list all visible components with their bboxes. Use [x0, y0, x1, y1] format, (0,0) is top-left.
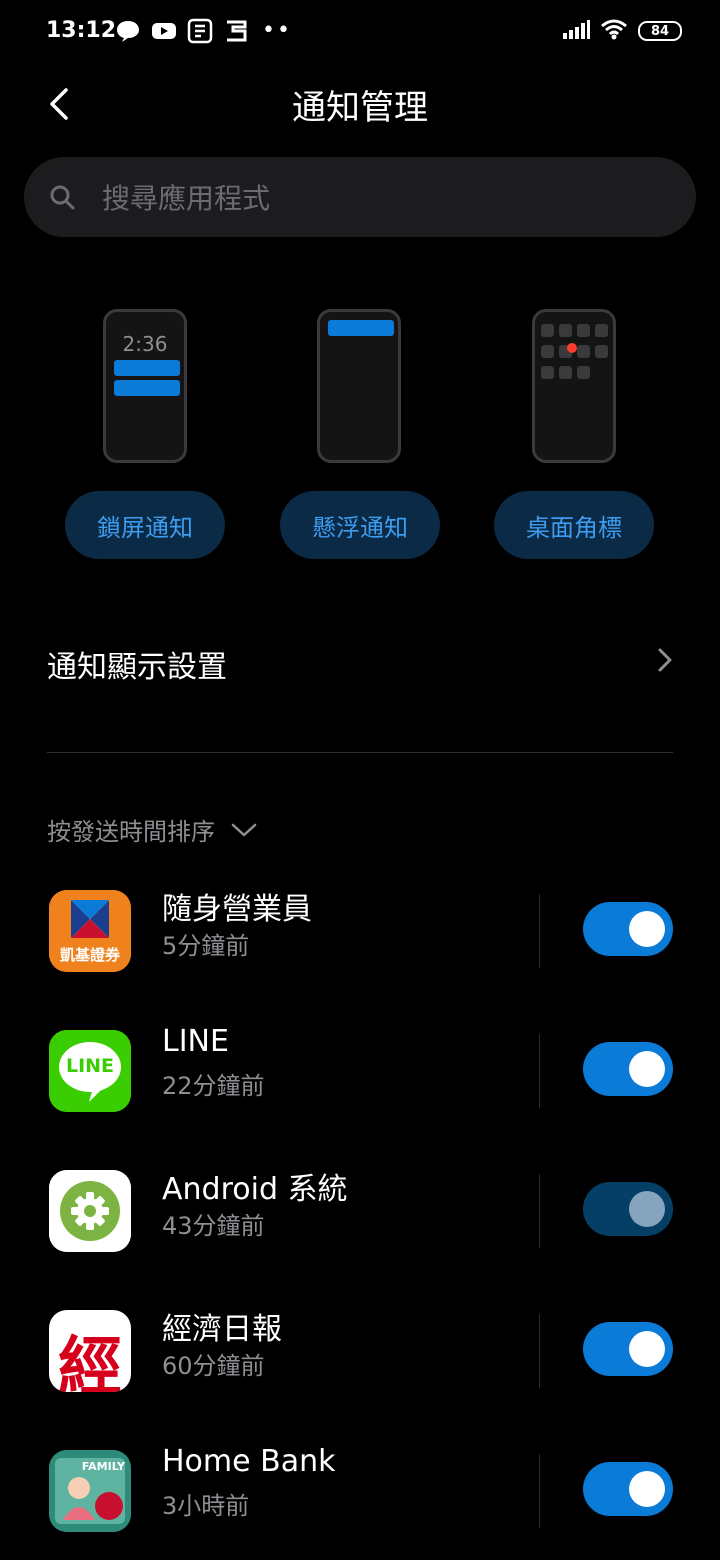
- notification-display-settings-label: 通知顯示設置: [47, 650, 227, 685]
- toggle-knob: [629, 1191, 665, 1227]
- kgi-icon-text: 凱基證券: [59, 946, 120, 964]
- app-grid-cell: [541, 366, 554, 379]
- badge-notification-button[interactable]: 桌面角標: [494, 491, 654, 559]
- notification-toggle[interactable]: [583, 902, 673, 956]
- youtube-icon: [150, 17, 178, 45]
- wifi-icon: [600, 18, 628, 44]
- lock-screen-preview[interactable]: 2:36: [103, 309, 187, 463]
- udn-news-icon: 經: [49, 1310, 131, 1392]
- notification-toggle[interactable]: [583, 1322, 673, 1376]
- floating-preview[interactable]: [317, 309, 401, 463]
- app-grid-cell: [595, 345, 608, 358]
- app-time: 3小時前: [162, 1492, 250, 1520]
- notification-toggle[interactable]: [583, 1042, 673, 1096]
- divider: [539, 1174, 540, 1248]
- udn-icon-text: 經: [58, 1330, 122, 1392]
- signal-icon: [562, 19, 590, 43]
- home-bank-icon: FAMILY: [49, 1450, 131, 1532]
- badge-dot-icon: [567, 343, 577, 353]
- notification-bar: [114, 360, 180, 376]
- app-row[interactable]: 經 經濟日報 60分鐘前: [0, 1300, 720, 1400]
- divider: [539, 1314, 540, 1388]
- app-name: LINE: [162, 1024, 229, 1059]
- lock-preview-time: 2:36: [122, 332, 168, 356]
- badge-preview[interactable]: [532, 309, 616, 463]
- notification-toggle[interactable]: [583, 1462, 673, 1516]
- app-grid-cell: [541, 345, 554, 358]
- stock-app-icon: [222, 17, 250, 45]
- toggle-knob: [629, 1331, 665, 1367]
- page-title: 通知管理: [292, 88, 428, 128]
- line-app-icon: LINE: [49, 1030, 131, 1112]
- more-notifications-icon: ••: [262, 18, 292, 43]
- app-row[interactable]: LINE LINE 22分鐘前: [0, 1020, 720, 1120]
- app-row[interactable]: FAMILY Home Bank 3小時前: [0, 1440, 720, 1540]
- divider: [47, 752, 673, 753]
- divider: [539, 1454, 540, 1528]
- app-grid-cell: [577, 324, 590, 337]
- home-bank-icon-text: FAMILY: [81, 1460, 125, 1473]
- divider: [539, 1034, 540, 1108]
- kgi-app-icon: 凱基證券: [49, 890, 131, 972]
- notification-bar: [114, 380, 180, 396]
- chat-bubble-icon: [114, 17, 142, 45]
- notification-display-settings-row[interactable]: 通知顯示設置: [0, 620, 720, 700]
- app-name: 經濟日報: [162, 1312, 282, 1347]
- notification-bar: [328, 320, 394, 336]
- divider: [539, 894, 540, 968]
- search-bar[interactable]: [24, 157, 696, 239]
- app-grid-cell: [595, 324, 608, 337]
- app-row[interactable]: Android 系統 43分鐘前: [0, 1160, 720, 1260]
- search-icon: [50, 185, 75, 210]
- app-name: Home Bank: [162, 1444, 336, 1479]
- app-grid-cell: [577, 345, 590, 358]
- sort-dropdown[interactable]: 按發送時間排序: [47, 812, 257, 847]
- app-row[interactable]: 凱基證券 隨身營業員 5分鐘前: [0, 880, 720, 980]
- app-grid-cell: [559, 366, 572, 379]
- app-name: Android 系統: [162, 1172, 348, 1207]
- app-time: 22分鐘前: [162, 1072, 265, 1100]
- toggle-knob: [629, 911, 665, 947]
- sort-label: 按發送時間排序: [47, 818, 215, 846]
- toggle-knob: [629, 1471, 665, 1507]
- app-time: 60分鐘前: [162, 1352, 265, 1380]
- news-icon: [186, 17, 214, 45]
- lock-screen-notification-button[interactable]: 鎖屏通知: [65, 491, 225, 559]
- app-grid-cell: [577, 366, 590, 379]
- chevron-right-icon: [658, 648, 672, 672]
- app-grid-cell: [559, 324, 572, 337]
- notification-toggle: [583, 1182, 673, 1236]
- app-time: 43分鐘前: [162, 1212, 265, 1240]
- app-time: 5分鐘前: [162, 932, 250, 960]
- floating-notification-button[interactable]: 懸浮通知: [280, 491, 440, 559]
- status-bar: 13:12 •• 84: [0, 0, 720, 64]
- battery-icon: 84: [638, 21, 682, 41]
- app-grid-cell: [541, 324, 554, 337]
- system-indicators: 84: [562, 18, 682, 44]
- notification-icons: [114, 17, 250, 45]
- line-icon-text: LINE: [65, 1055, 115, 1077]
- app-name: 隨身營業員: [162, 892, 312, 927]
- status-time: 13:12: [46, 18, 117, 43]
- toggle-knob: [629, 1051, 665, 1087]
- search-input[interactable]: [100, 157, 664, 239]
- android-settings-icon: [49, 1170, 131, 1252]
- chevron-down-icon: [231, 823, 257, 836]
